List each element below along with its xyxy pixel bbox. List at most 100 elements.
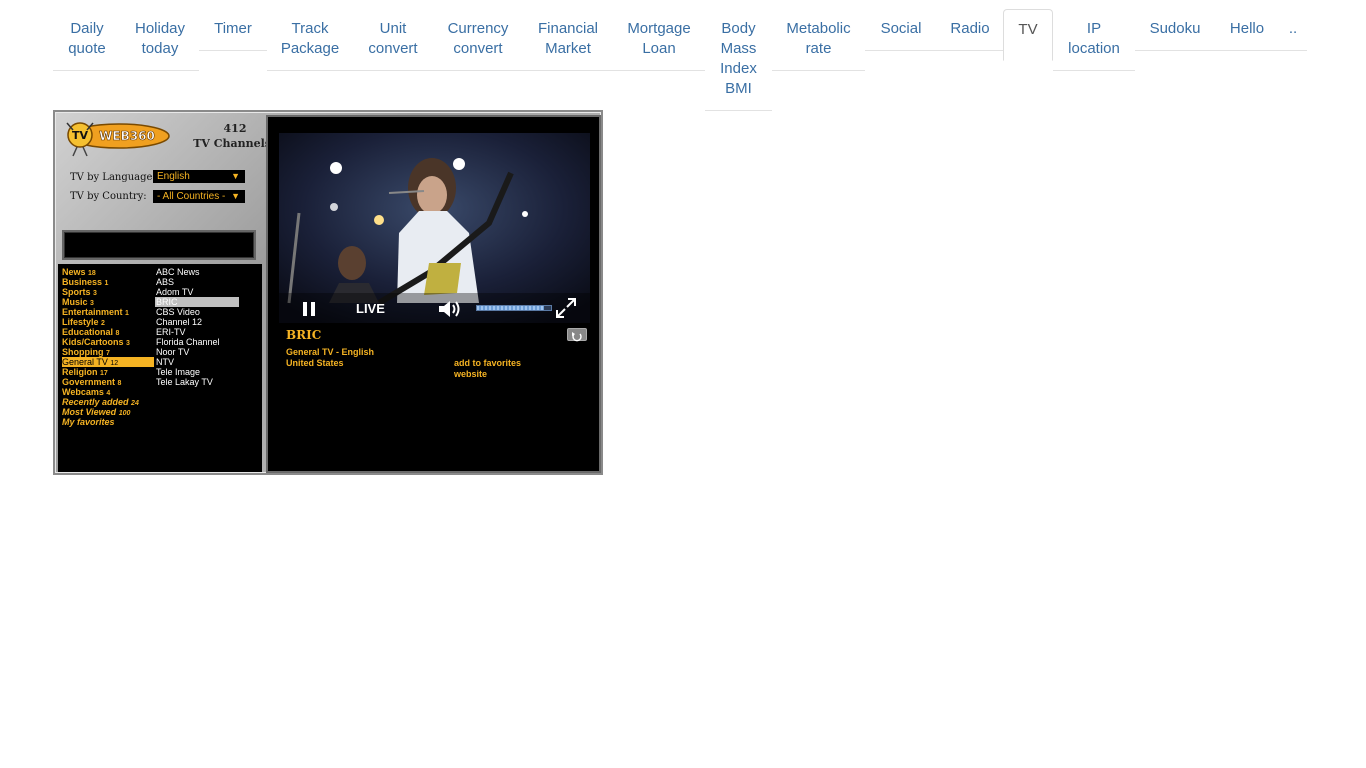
category-count: 7: [106, 350, 110, 357]
tab-8[interactable]: Body Mass Index BMI: [705, 9, 772, 111]
channel-item[interactable]: Adom TV: [155, 287, 239, 297]
country-label: TV by Country:: [70, 191, 147, 202]
category-count: 8: [115, 330, 120, 337]
tab-4[interactable]: Unit convert: [353, 9, 433, 71]
nav-tabs: Daily quote Holiday today Timer Track Package U…: [53, 9, 1307, 111]
tab-label-line: Radio: [950, 20, 990, 37]
channel-item[interactable]: ERI-TV: [155, 327, 239, 337]
tab-12[interactable]: TV: [1003, 9, 1053, 61]
category-item[interactable]: Sports 3: [62, 287, 154, 297]
tab-label-line: convert: [368, 40, 418, 57]
category-item[interactable]: Shopping 7: [62, 347, 154, 357]
category-item[interactable]: My favorites: [62, 417, 154, 427]
add-to-favorites-link[interactable]: add to favorites: [454, 358, 521, 368]
channel-item[interactable]: Tele Image: [155, 367, 239, 377]
category-count: 100: [118, 410, 131, 417]
tab-label-line: Social: [880, 20, 922, 37]
pause-icon[interactable]: [301, 301, 317, 317]
category-name: Recently added: [62, 397, 129, 407]
tab-5[interactable]: Currency convert: [433, 9, 523, 71]
category-count: 3: [93, 290, 97, 297]
country-select[interactable]: - All Countries - ▼: [153, 190, 245, 203]
tab-label-line: BMI: [725, 80, 752, 97]
tab-2[interactable]: Timer: [199, 9, 267, 51]
channel-item[interactable]: ABC News: [155, 267, 239, 277]
category-item[interactable]: Most Viewed 100: [62, 407, 154, 417]
video-player[interactable]: LIVE: [279, 133, 590, 323]
tab-label-line: Market: [545, 40, 591, 57]
tab-label-line: Track: [291, 20, 329, 37]
category-name: Educational: [62, 327, 114, 337]
category-item[interactable]: Entertainment 1: [62, 307, 154, 317]
volume-slider[interactable]: [476, 305, 552, 311]
language-select[interactable]: English ▼: [153, 170, 245, 183]
tab-label-line: location: [1068, 40, 1120, 57]
volume-icon[interactable]: [437, 299, 463, 319]
language-select-value: English: [157, 171, 190, 182]
channel-title: BRIC: [286, 328, 322, 342]
tab-1[interactable]: Holiday today: [121, 9, 199, 71]
tab-label-line: Sudoku: [1149, 20, 1201, 37]
channel-item[interactable]: Florida Channel: [155, 337, 239, 347]
category-list: News 18 Business 1 Sports 3 Music 3 Entertai…: [62, 267, 154, 427]
search-input[interactable]: [62, 230, 256, 260]
tab-label-line: TV: [1018, 21, 1038, 38]
tab-11[interactable]: Radio: [937, 9, 1003, 51]
tab-15[interactable]: Hello: [1215, 9, 1279, 51]
channel-item[interactable]: Channel 12: [155, 317, 239, 327]
logo-badge-text: TV: [72, 129, 89, 142]
player-panel: LIVE BRIC General TV - English United St…: [266, 115, 601, 473]
channel-item[interactable]: CBS Video: [155, 307, 239, 317]
tab-16[interactable]: ..: [1279, 9, 1307, 51]
category-count: 8: [117, 380, 122, 387]
category-count: 17: [100, 370, 108, 377]
category-item[interactable]: Government 8: [62, 377, 154, 387]
category-name: Government: [62, 377, 116, 387]
website-link[interactable]: website: [454, 369, 487, 379]
tab-3[interactable]: Track Package: [267, 9, 353, 71]
category-item[interactable]: Kids/Cartoons 3: [62, 337, 154, 347]
category-item[interactable]: Lifestyle 2: [62, 317, 154, 327]
channel-item[interactable]: Tele Lakay TV: [155, 377, 239, 387]
channel-count-label: TV Channels: [193, 137, 271, 150]
channel-item[interactable]: BRIC: [155, 297, 239, 307]
category-name: Shopping: [62, 347, 104, 357]
category-name: Business: [62, 277, 103, 287]
chevron-down-icon: ▼: [231, 171, 240, 181]
volume-slider-fill: [477, 306, 544, 310]
category-name: Webcams: [62, 387, 104, 397]
tab-14[interactable]: Sudoku: [1135, 9, 1215, 51]
tab-13[interactable]: IP location: [1053, 9, 1135, 71]
tab-0[interactable]: Daily quote: [53, 9, 121, 71]
tab-10[interactable]: Social: [865, 9, 937, 51]
tab-9[interactable]: Metabolic rate: [772, 9, 865, 71]
channel-browser: News 18 Business 1 Sports 3 Music 3 Entertai…: [58, 264, 262, 472]
tab-label-line: rate: [805, 40, 832, 57]
tvweb360-logo[interactable]: TV WEB360: [63, 120, 171, 158]
channel-item[interactable]: NTV: [155, 357, 239, 367]
category-item[interactable]: News 18: [62, 267, 154, 277]
category-item[interactable]: Religion 17: [62, 367, 154, 377]
channel-country: United States: [286, 358, 344, 368]
category-count: 12: [110, 360, 119, 367]
channel-item[interactable]: Noor TV: [155, 347, 239, 357]
category-item[interactable]: General TV 12: [62, 357, 154, 367]
country-select-value: - All Countries -: [157, 191, 226, 202]
chevron-down-icon: ▼: [231, 191, 240, 201]
tab-label-line: Unit: [379, 20, 407, 37]
category-count: 3: [126, 340, 130, 347]
refresh-button[interactable]: [567, 328, 587, 342]
category-item[interactable]: Webcams 4: [62, 387, 154, 397]
channel-genre-language: General TV - English: [286, 347, 375, 357]
category-item[interactable]: Recently added 24: [62, 397, 154, 407]
fullscreen-icon[interactable]: [555, 297, 577, 319]
category-name: Lifestyle: [62, 317, 99, 327]
channel-item[interactable]: ABS: [155, 277, 239, 287]
category-item[interactable]: Music 3: [62, 297, 154, 307]
category-item[interactable]: Business 1: [62, 277, 154, 287]
tab-7[interactable]: Mortgage Loan: [613, 9, 705, 71]
tab-6[interactable]: Financial Market: [523, 9, 613, 71]
tab-label-line: Package: [280, 40, 340, 57]
category-item[interactable]: Educational 8: [62, 327, 154, 337]
tab-label-line: Index: [720, 60, 757, 77]
